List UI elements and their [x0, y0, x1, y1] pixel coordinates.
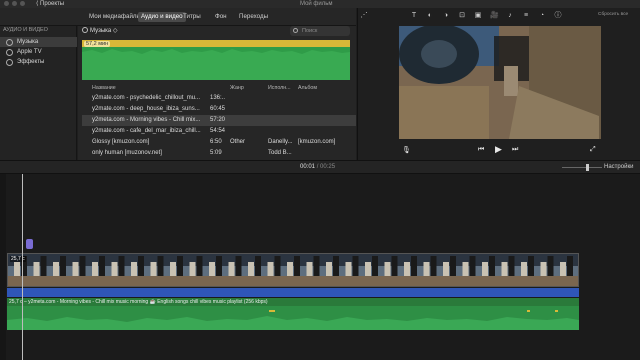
- search-input[interactable]: Поиск: [290, 26, 350, 36]
- table-row[interactable]: y2meta.com - Morning vibes - Chill mix..…: [82, 115, 356, 126]
- back-to-projects-button[interactable]: ⟨ Проекты: [36, 0, 64, 8]
- sidebar-item-apple-tv[interactable]: Apple TV: [0, 47, 77, 57]
- effects-icon: [6, 59, 13, 66]
- tab-titles[interactable]: Титры: [180, 12, 204, 22]
- microphone-icon[interactable]: 🎙: [402, 146, 411, 154]
- column-header-album[interactable]: Альбом: [298, 84, 317, 93]
- table-row[interactable]: y2mate.com - psychedelic_chillout_mu... …: [82, 93, 356, 104]
- table-row[interactable]: y2mate.com - cafe_del_mar_ibiza_chill...…: [82, 126, 356, 137]
- audio-clip[interactable]: 25,7 с – y2meta.com - Morning vibes - Ch…: [7, 298, 579, 330]
- tv-icon: [6, 49, 13, 56]
- color-balance-icon[interactable]: ◐: [426, 12, 434, 20]
- camera-icon[interactable]: 🎥: [490, 12, 499, 20]
- title-bar: ⟨ Проекты Мой фильм: [0, 0, 640, 8]
- music-icon: [82, 27, 88, 33]
- skip-back-icon[interactable]: ⏮: [478, 146, 484, 154]
- magic-wand-icon[interactable]: ⋰: [360, 12, 368, 20]
- table-row[interactable]: y2mate.com - deep_house_ibiza_suns... 60…: [82, 104, 356, 115]
- sidebar-item-label: Эффекты: [17, 59, 45, 65]
- sidebar-item-label: Музыка: [17, 39, 39, 45]
- stabilization-icon[interactable]: ▣: [474, 12, 482, 20]
- tab-transitions[interactable]: Переходы: [236, 12, 271, 22]
- table-row[interactable]: only human [muzonov.net] 5:09 Todd B...: [82, 148, 356, 159]
- speed-icon[interactable]: ◔: [538, 12, 546, 20]
- video-filmstrip: [8, 254, 578, 286]
- music-library: Музыка ◇ Поиск 57,2 мин Название Жанр Ис…: [78, 26, 356, 160]
- zoom-slider-thumb[interactable]: [586, 164, 589, 171]
- video-preview: [399, 26, 601, 139]
- column-header-artist[interactable]: Исполн...: [268, 84, 291, 93]
- volume-icon[interactable]: ♪: [506, 12, 514, 20]
- background-audio-bar[interactable]: [7, 288, 579, 297]
- noise-reduction-icon[interactable]: ≡: [522, 12, 530, 20]
- sidebar-item-music[interactable]: Музыка: [0, 37, 77, 47]
- timecode: 00:01 / 00:25: [300, 164, 336, 170]
- column-header-genre[interactable]: Жанр: [230, 84, 244, 93]
- zoom-slider[interactable]: [562, 164, 602, 171]
- music-icon: [6, 39, 13, 46]
- skip-forward-icon[interactable]: ⏭: [512, 146, 518, 154]
- sidebar-item-effects[interactable]: Эффекты: [0, 57, 77, 67]
- settings-button[interactable]: Настройки: [604, 164, 633, 170]
- playhead[interactable]: [22, 174, 23, 360]
- sidebar-header: АУДИО И ВИДЕО: [3, 27, 48, 33]
- audio-preview-waveform[interactable]: 57,2 мин: [82, 40, 350, 80]
- preview-duration-badge: 57,2 мин: [84, 41, 111, 47]
- reset-all-button[interactable]: Сбросить все: [598, 12, 628, 17]
- video-clip[interactable]: 25,7 с: [7, 253, 579, 287]
- clip-marker[interactable]: [26, 239, 33, 249]
- media-tabs: Мои медиафайлы Аудио и видео Титры Фон П…: [0, 8, 356, 26]
- window-title: Мой фильм: [300, 1, 333, 7]
- play-button[interactable]: ▶: [495, 144, 502, 155]
- color-correction-icon[interactable]: ◑: [442, 12, 450, 20]
- tab-audio-video[interactable]: Аудио и видео: [138, 12, 186, 22]
- viewer-panel: ⋰ T ◐ ◑ ⊡ ▣ 🎥 ♪ ≡ ◔ ⓘ Сбросить все 🎙 ⏮ ▶…: [357, 8, 640, 160]
- timeline-gutter: [0, 174, 6, 360]
- table-row[interactable]: Glossy [kmuzon.com] 6:50 Other Danelly..…: [82, 137, 356, 148]
- audio-waveform: [7, 310, 579, 330]
- sidebar-item-label: Apple TV: [17, 49, 42, 55]
- video-clip-duration: 25,7 с: [10, 256, 26, 262]
- titles-tool-icon[interactable]: T: [410, 12, 418, 20]
- info-icon[interactable]: ⓘ: [554, 12, 562, 20]
- sidebar: АУДИО И ВИДЕО Музыка Apple TV Эффекты: [0, 26, 77, 160]
- crop-icon[interactable]: ⊡: [458, 12, 466, 20]
- video-frame-image: [399, 26, 601, 139]
- timeline: 25,7 с 25,7 с – y2meta.com - Morning vib…: [0, 174, 640, 360]
- timeline-toolbar: 00:01 / 00:25 Настройки: [0, 160, 640, 174]
- search-icon: [293, 28, 298, 33]
- fullscreen-icon[interactable]: ⤢: [590, 146, 596, 154]
- tab-my-media[interactable]: Мои медиафайлы: [86, 12, 144, 22]
- waveform-graphic: [82, 49, 350, 80]
- library-header[interactable]: Музыка ◇: [82, 27, 118, 34]
- window-controls[interactable]: [4, 1, 25, 6]
- tab-backgrounds[interactable]: Фон: [212, 12, 230, 22]
- column-header-name[interactable]: Название: [92, 84, 116, 93]
